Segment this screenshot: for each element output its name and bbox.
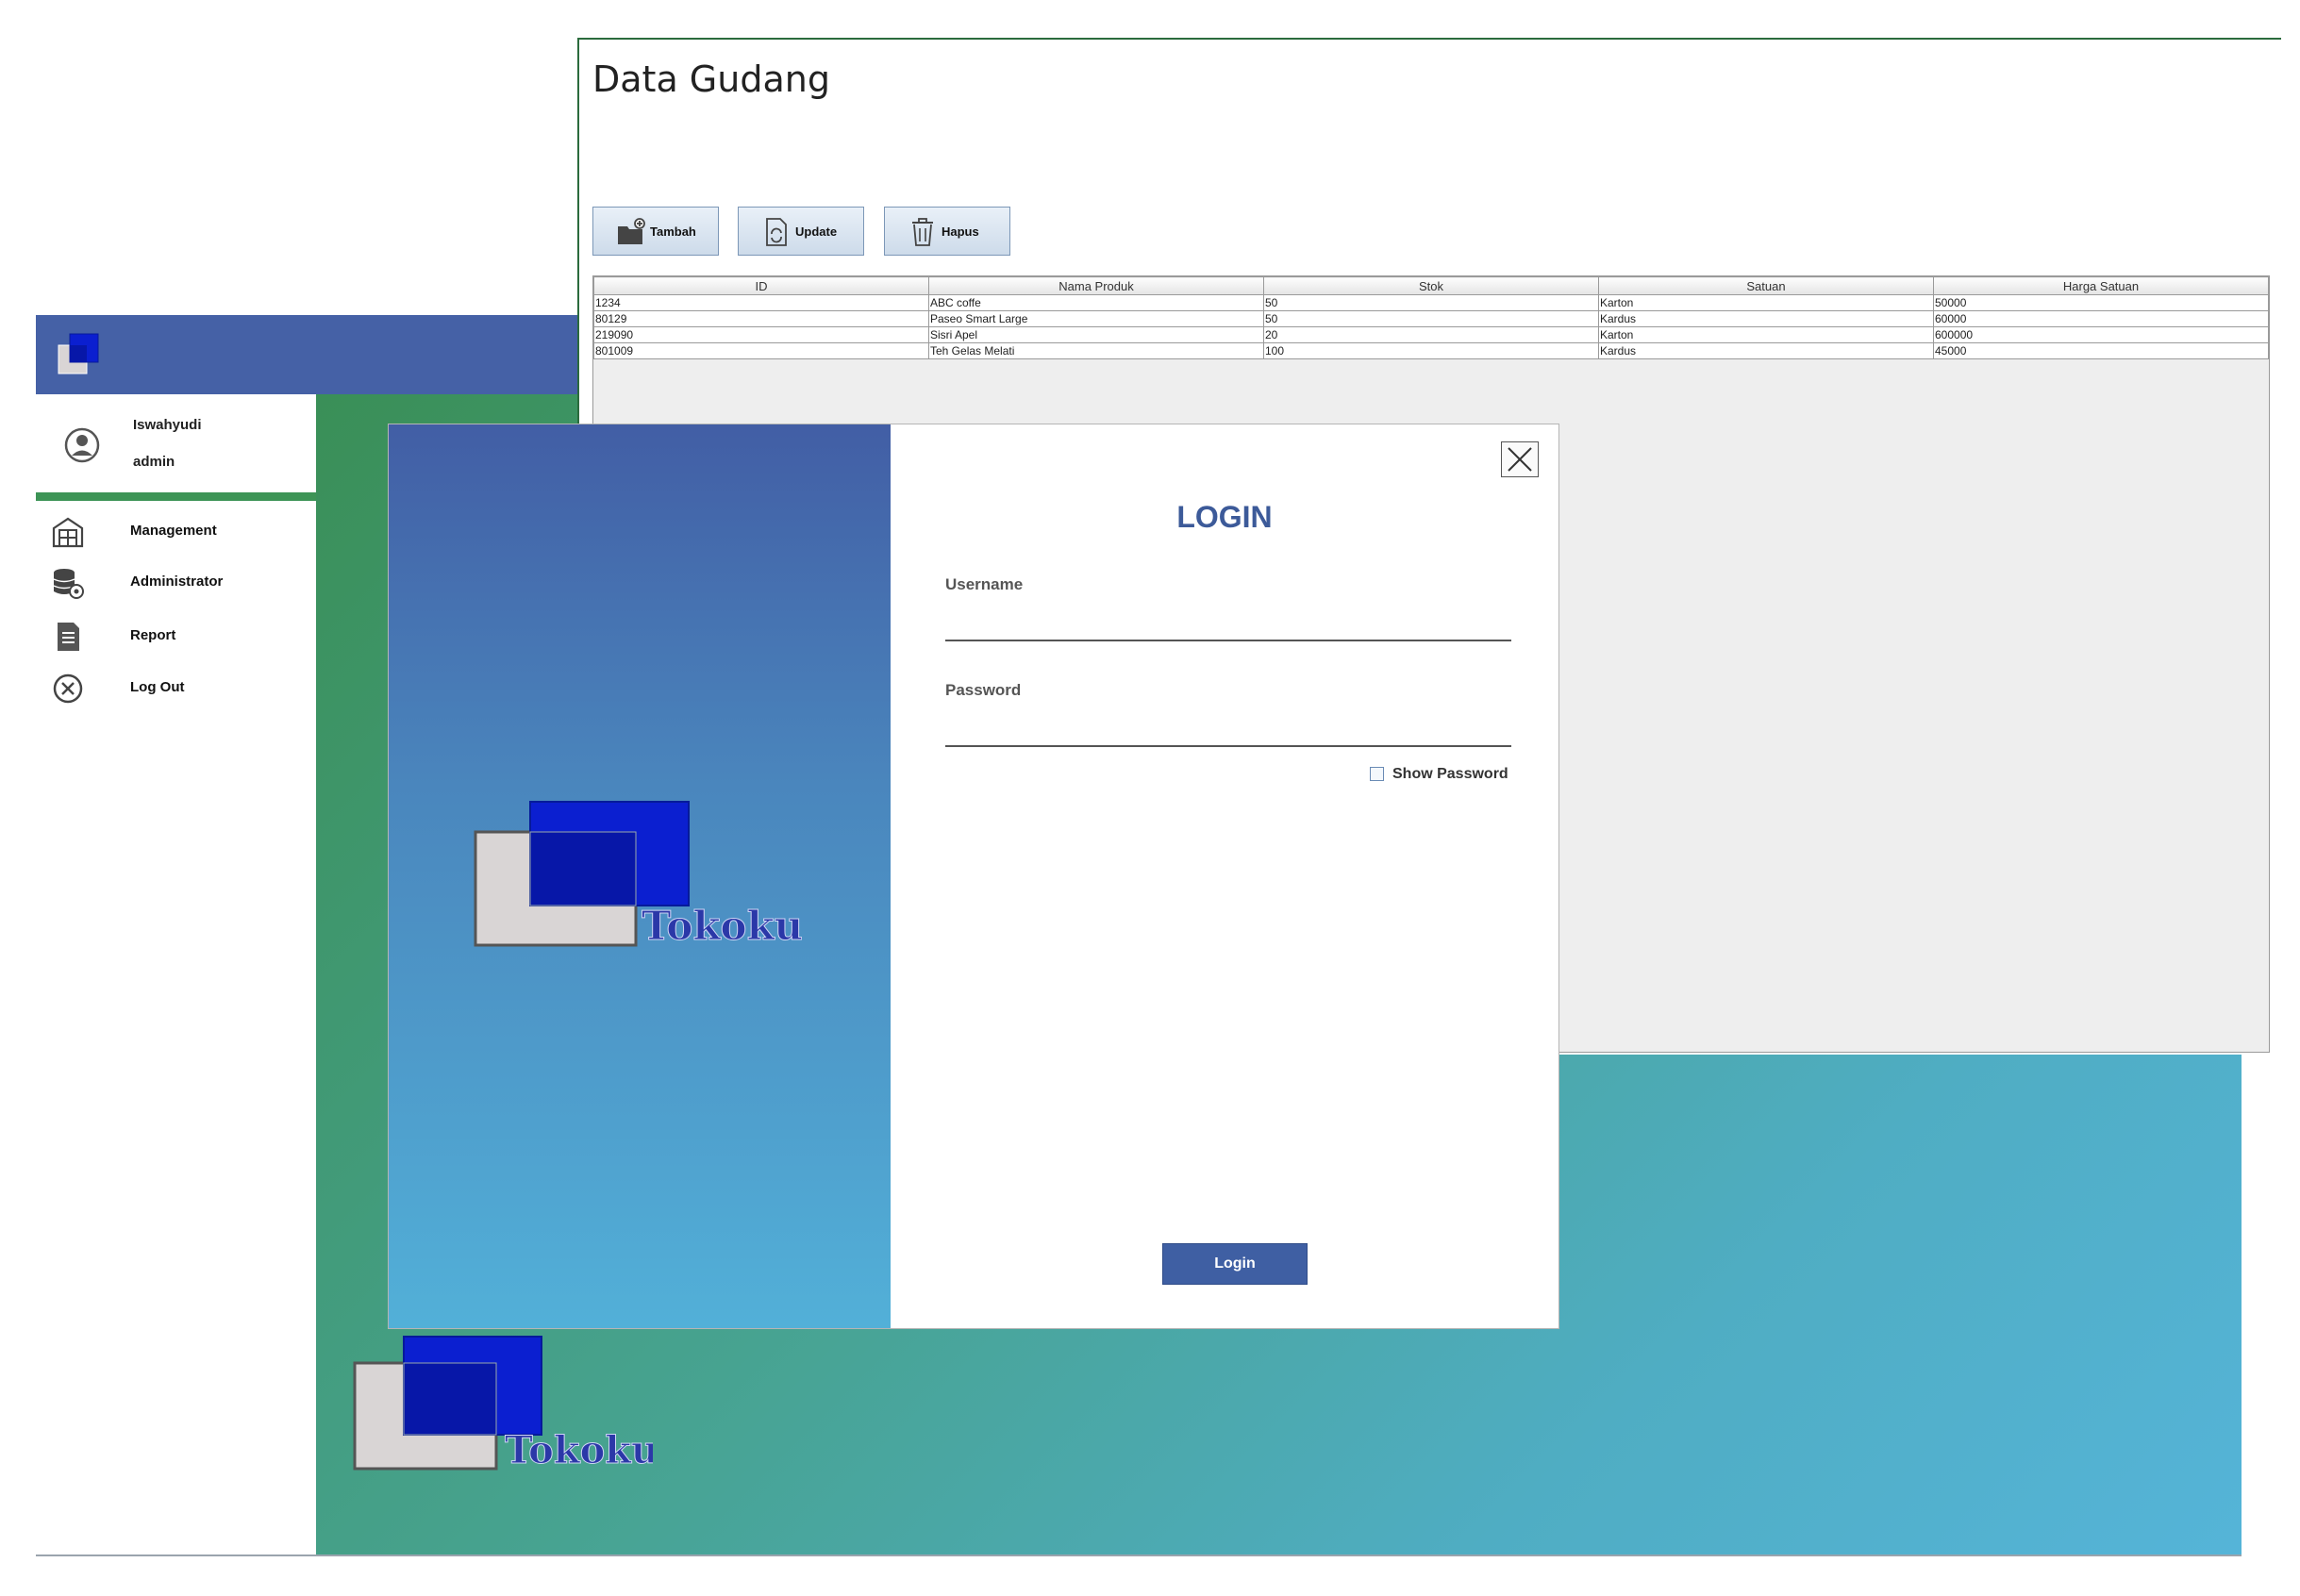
- app-logo-icon: [58, 333, 99, 374]
- dashboard-header: [36, 315, 578, 394]
- user-name: Iswahyudi: [133, 417, 202, 433]
- user-profile: Iswahyudi admin: [36, 394, 316, 498]
- add-button[interactable]: Tambah: [592, 207, 719, 256]
- table-cell[interactable]: 60000: [1933, 310, 2269, 327]
- update-button-label: Update: [795, 224, 838, 239]
- table-cell[interactable]: Sisri Apel: [928, 326, 1264, 343]
- column-header[interactable]: ID: [593, 276, 929, 295]
- login-title: LOGIN: [1176, 500, 1273, 534]
- username-label: Username: [945, 575, 1024, 593]
- database-gear-icon: [53, 569, 84, 599]
- delete-button-label: Hapus: [942, 224, 979, 239]
- sidebar-divider: [36, 492, 316, 501]
- user-avatar-icon: [64, 427, 100, 463]
- table-cell[interactable]: 80129: [593, 310, 929, 327]
- username-input[interactable]: [945, 607, 1511, 641]
- table-cell[interactable]: 50000: [1933, 294, 2269, 311]
- folder-add-icon: [618, 218, 645, 244]
- table-cell[interactable]: Karton: [1598, 294, 1934, 311]
- tokoku-logo: Tokoku: [474, 801, 802, 950]
- user-role: admin: [133, 454, 175, 470]
- refresh-document-icon: [766, 218, 787, 246]
- login-dialog: Tokoku LOGIN Username Password Show Pass…: [389, 424, 1558, 1328]
- column-header[interactable]: Stok: [1263, 276, 1599, 295]
- table-cell[interactable]: 45000: [1933, 342, 2269, 359]
- column-header[interactable]: Nama Produk: [928, 276, 1264, 295]
- table-cell[interactable]: 100: [1263, 342, 1599, 359]
- table-cell[interactable]: 801009: [593, 342, 929, 359]
- show-password-label: Show Password: [1392, 766, 1508, 782]
- table-cell[interactable]: Teh Gelas Melati: [928, 342, 1264, 359]
- table-header-row: ID Nama Produk Stok Satuan Harga Satuan: [593, 276, 2269, 295]
- table-row[interactable]: 219090 Sisri Apel 20 Karton 600000: [593, 326, 2269, 343]
- warehouse-icon: [52, 517, 84, 548]
- menu-item-logout[interactable]: Log Out: [36, 666, 316, 709]
- table-cell[interactable]: Karton: [1598, 326, 1934, 343]
- close-icon: [1508, 447, 1532, 472]
- column-header[interactable]: Harga Satuan: [1933, 276, 2269, 295]
- menu-label: Administrator: [130, 574, 224, 590]
- table-cell[interactable]: Kardus: [1598, 342, 1934, 359]
- table-cell[interactable]: 600000: [1933, 326, 2269, 343]
- table-row[interactable]: 80129 Paseo Smart Large 50 Kardus 60000: [593, 310, 2269, 327]
- update-button[interactable]: Update: [738, 207, 864, 256]
- data-table: ID Nama Produk Stok Satuan Harga Satuan …: [593, 276, 2269, 359]
- table-cell[interactable]: 20: [1263, 326, 1599, 343]
- close-circle-icon: [53, 673, 83, 704]
- table-cell[interactable]: 1234: [593, 294, 929, 311]
- table-cell[interactable]: 219090: [593, 326, 929, 343]
- table-row[interactable]: 801009 Teh Gelas Melati 100 Kardus 45000: [593, 342, 2269, 359]
- close-button[interactable]: [1501, 441, 1539, 477]
- menu-item-management[interactable]: Management: [36, 509, 316, 553]
- column-header[interactable]: Satuan: [1598, 276, 1934, 295]
- brand-text: Tokoku: [505, 1428, 653, 1472]
- menu-label: Management: [130, 523, 217, 539]
- password-label: Password: [945, 681, 1022, 699]
- menu-label: Report: [130, 627, 176, 643]
- table-cell[interactable]: ABC coffe: [928, 294, 1264, 311]
- delete-button[interactable]: Hapus: [884, 207, 1010, 256]
- menu-item-administrator[interactable]: Administrator: [36, 560, 316, 604]
- menu-label: Log Out: [130, 679, 185, 695]
- window-bottom-border: [36, 1554, 2242, 1556]
- tokoku-logo-background: Tokoku: [353, 1336, 653, 1473]
- login-brand-panel: Tokoku: [389, 424, 891, 1328]
- page-title: Data Gudang: [592, 58, 830, 100]
- trash-icon: [912, 218, 933, 246]
- sidebar: Iswahyudi admin Management Administrator: [36, 394, 318, 1556]
- table-cell[interactable]: 50: [1263, 310, 1599, 327]
- document-icon: [58, 623, 79, 651]
- password-input[interactable]: [945, 713, 1511, 747]
- table-cell[interactable]: 50: [1263, 294, 1599, 311]
- login-button[interactable]: Login: [1162, 1243, 1308, 1285]
- add-button-label: Tambah: [650, 224, 696, 239]
- table-cell[interactable]: Kardus: [1598, 310, 1934, 327]
- menu-item-report[interactable]: Report: [36, 614, 316, 657]
- table-row[interactable]: 1234 ABC coffe 50 Karton 50000: [593, 294, 2269, 311]
- table-cell[interactable]: Paseo Smart Large: [928, 310, 1264, 327]
- checkbox-box[interactable]: [1370, 767, 1384, 781]
- brand-text: Tokoku: [642, 903, 802, 949]
